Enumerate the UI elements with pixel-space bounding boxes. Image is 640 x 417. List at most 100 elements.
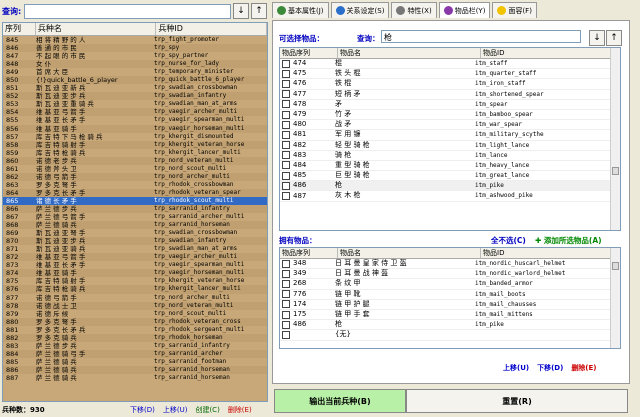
troop-row[interactable]: 884 萨 兰 德 骑 弓 手 trp_sarranid_archer (3, 349, 267, 358)
item-row[interactable]: 481 军 用 镰 itm_military_scythe (280, 130, 620, 141)
troop-row[interactable]: 867 萨 兰 德 弓 箭 手 trp_sarranid_archer_multi (3, 213, 267, 221)
tab-basic-attributes[interactable]: 基本属性(J) (272, 2, 329, 18)
troop-row[interactable]: 878 诺 德 战 士 卫 trp_nord_veteran_multi (3, 301, 267, 310)
item-checkbox[interactable] (282, 161, 290, 170)
troop-row[interactable]: 863 罗 多 克 弩 手 trp_rhodok_crossbowman (3, 181, 267, 189)
troop-row[interactable]: 880 罗 多 克 弩 手 trp_rhodok_veteran_cross (3, 317, 267, 326)
item-checkbox[interactable] (282, 269, 290, 278)
troop-row[interactable]: 875 库 吉 特 骑 射 手 trp_khergit_veteran_horse (3, 277, 267, 285)
export-troop-button[interactable]: 输出当前兵种(B) (274, 389, 406, 413)
item-checkbox[interactable] (282, 59, 290, 68)
troop-row[interactable]: 850 {!}quick_battle_6_player trp_quick_bat… (3, 76, 267, 85)
item-checkbox[interactable] (282, 330, 290, 339)
troop-row[interactable]: 854 维 基 亚 弓 箭 手 trp_vaegir_archer_multi (3, 108, 267, 117)
move-down-link[interactable]: 下移(D) (130, 405, 155, 415)
item-row[interactable]: 477 短 柄 矛 itm_shortened_spear (280, 90, 620, 100)
troop-row[interactable]: 882 罗 多 克 骑 兵 trp_rhodok_horseman (3, 333, 267, 342)
item-checkbox[interactable] (282, 69, 290, 78)
troop-row[interactable]: 869 斯 瓦 迪 亚 弩 手 trp_swadian_crossbowman (3, 229, 267, 237)
troop-row[interactable]: 865 诸 德 长 矛 手 trp_rhodok_scout_multi (3, 196, 267, 205)
item-checkbox[interactable] (282, 320, 290, 329)
troop-row[interactable]: 885 萨 兰 德 骑 兵 trp_sarranid_footman (3, 358, 267, 366)
item-row[interactable]: 485 巨 型 骑 枪 itm_great_lance (280, 171, 620, 182)
item-checkbox[interactable] (282, 290, 290, 299)
item-checkbox[interactable] (282, 100, 290, 109)
troop-row[interactable]: 879 诺 德 斥 候 trp_nord_scout_multi (3, 310, 267, 318)
item-checkbox[interactable] (282, 90, 290, 99)
troop-row[interactable]: 887 萨 兰 德 骑 兵 trp_sarranid_horseman (3, 374, 267, 382)
troop-row[interactable]: 857 库 吉 特 下 马 枪 骑 兵 trp_khergit_dismounted (3, 133, 267, 141)
troop-row[interactable]: 874 维 基 亚 骑 手 trp_vaegir_horseman_multi (3, 269, 267, 278)
item-checkbox[interactable] (282, 310, 290, 319)
item-checkbox[interactable] (282, 130, 290, 139)
owned-up-link[interactable]: 上移(U) (503, 363, 529, 373)
item-row[interactable]: 479 竹 矛 itm_bamboo_spear (280, 110, 620, 121)
column-header-name[interactable]: 物品名 (338, 48, 481, 58)
search-down-button[interactable]: ↓ (233, 3, 249, 19)
item-row[interactable]: 268 条 纹 甲 itm_banded_armor (280, 279, 620, 290)
item-row[interactable]: 174 链 甲 护 腿 itm_mail_chausses (280, 300, 620, 310)
column-header-index[interactable]: 序列 (3, 23, 36, 35)
tab-relations[interactable]: 关系设定(S) (330, 2, 390, 18)
column-header-index[interactable]: 物品序列 (280, 48, 338, 58)
item-checkbox[interactable] (282, 79, 290, 88)
troop-row[interactable]: 861 诺 德 斧 头 卫 trp_nord_scout_multi (3, 165, 267, 173)
troop-row[interactable]: 852 斯 瓦 迪 亚 步 兵 trp_swadian_infantry (3, 92, 267, 101)
item-row[interactable]: 486 枪 itm_pike (280, 320, 620, 331)
item-checkbox[interactable] (282, 110, 290, 119)
troop-row[interactable]: 855 维 基 亚 长 矛 手 trp_vaegir_spearman_multi (3, 116, 267, 124)
item-checkbox[interactable] (282, 300, 290, 309)
owned-items-scrollbar[interactable] (610, 248, 620, 348)
item-checkbox[interactable] (282, 151, 290, 160)
item-row[interactable]: 484 重 型 骑 枪 itm_heavy_lance (280, 161, 620, 172)
column-header-name[interactable]: 物品名 (338, 248, 481, 258)
troop-search-input[interactable] (24, 3, 231, 19)
troop-row[interactable]: 860 诺 德 老 步 兵 trp_nord_veteran_multi (3, 156, 267, 165)
troop-row[interactable]: 846 善 通 的 市 民 trp_spy (3, 44, 267, 53)
troop-row[interactable]: 848 女 仆 trp_nurse_for_lady (3, 60, 267, 69)
troop-row[interactable]: 845 相 将 精 野 的 人 trp_fight_promoter (3, 36, 267, 44)
item-row[interactable]: 348 日 耳 曼 皇 家 侍 卫 盔 itm_nordic_huscarl_hel… (280, 259, 620, 270)
column-header-id[interactable]: 物品ID (481, 48, 614, 58)
item-checkbox[interactable] (282, 120, 290, 129)
troop-row[interactable]: 877 诺 德 弓 箭 手 trp_nord_archer_multi (3, 294, 267, 302)
troop-row[interactable]: 856 维 基 亚 骑 手 trp_vaegir_horseman_multi (3, 124, 267, 133)
troop-row[interactable]: 870 斯 瓦 迪 亚 步 兵 trp_swadian_infantry (3, 237, 267, 246)
tab-inventory[interactable]: 物品栏(Y) (438, 2, 491, 18)
item-checkbox[interactable] (282, 192, 290, 201)
owned-delete-link[interactable]: 删除(E) (571, 363, 596, 373)
troop-row[interactable]: 881 罗 多 克 长 矛 兵 trp_rhodok_sergeant_multi (3, 326, 267, 334)
troop-list[interactable]: 序列 兵种名 兵种ID 845 相 将 精 野 的 人 trp_fight_prom… (2, 22, 268, 402)
troop-row[interactable]: 883 萨 兰 德 步 兵 trp_sarranid_infantry (3, 342, 267, 350)
troop-row[interactable]: 871 斯 瓦 迪 亚 骑 兵 trp_swadian_man_at_arms (3, 245, 267, 253)
owned-items-list[interactable]: 物品序列 物品名 物品ID 348 日 耳 曼 皇 家 侍 卫 盔 itm_nord… (279, 247, 621, 349)
troop-row[interactable]: 849 首 席 大 臣 trp_temporary_minister (3, 68, 267, 76)
tab-face[interactable]: 面容(F) (492, 2, 537, 18)
item-checkbox[interactable] (282, 171, 290, 180)
item-row[interactable]: 475 铁 头 棍 itm_quarter_staff (280, 69, 620, 80)
column-header-id[interactable]: 兵种ID (156, 23, 267, 35)
item-row[interactable]: 349 日 耳 曼 战 神 盔 itm_nordic_warlord_helmet (280, 269, 620, 280)
create-link[interactable]: 创建(C) (195, 405, 219, 415)
troop-row[interactable]: 851 斯 瓦 迪 亚 新 兵 trp_swadian_crossbowman (3, 84, 267, 92)
item-search-down-button[interactable]: ↓ (589, 30, 605, 46)
item-row[interactable]: 483 骑 枪 itm_lance (280, 151, 620, 161)
column-header-name[interactable]: 兵种名 (36, 23, 157, 35)
item-search-up-button[interactable]: ↑ (606, 30, 622, 46)
available-items-list[interactable]: 物品序列 物品名 物品ID 474 棍 itm_staff 475 铁 头 棍 itm_q… (279, 47, 621, 231)
scroll-thumb[interactable] (612, 167, 619, 175)
troop-row[interactable]: 858 库 吉 特 骑 射 手 trp_khergit_veteran_horse (3, 140, 267, 149)
scroll-thumb[interactable] (612, 262, 619, 270)
tab-traits[interactable]: 特性(X) (391, 2, 437, 18)
troop-row[interactable]: 853 斯 瓦 迪 亚 重 骑 兵 trp_swadian_man_at_arms (3, 100, 267, 108)
item-row[interactable]: 474 棍 itm_staff (280, 59, 620, 70)
troop-row[interactable]: 872 维 基 亚 弓 箭 手 trp_vaegir_archer_multi (3, 253, 267, 262)
item-checkbox[interactable] (282, 259, 290, 268)
item-row[interactable]: 478 矛 itm_spear (280, 100, 620, 110)
troop-row[interactable]: 859 库 吉 特 枪 骑 兵 trp_khergit_lancer_multi (3, 149, 267, 157)
troop-row[interactable]: 868 萨 兰 德 骑 兵 trp_sarranid_horseman (3, 221, 267, 230)
troop-row[interactable]: 873 维 基 亚 长 矛 手 trp_vaegir_spearman_multi (3, 261, 267, 269)
troop-row[interactable]: 847 不 起 眼 的 市 民 trp_spy_partner (3, 52, 267, 60)
troop-row[interactable]: 864 罗 多 克 长 矛 手 trp_rhodok_veteran_spear (3, 188, 267, 197)
owned-down-link[interactable]: 下移(D) (537, 363, 563, 373)
